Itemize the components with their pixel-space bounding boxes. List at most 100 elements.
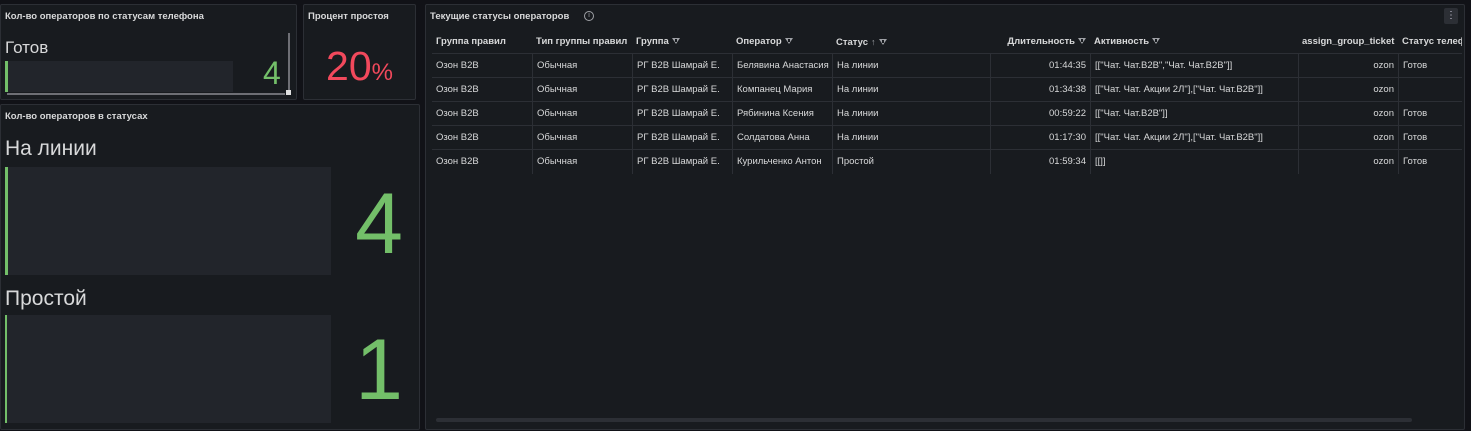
table-cell: Обычная (532, 78, 632, 102)
table-cell: 01:44:35 (990, 54, 1090, 78)
table-cell: 01:59:34 (990, 150, 1090, 174)
table-cell: Озон B2B (436, 84, 479, 95)
table-cell: На линии (832, 54, 990, 78)
filter-icon[interactable] (1152, 38, 1161, 45)
table-cell: ozon (1298, 78, 1398, 102)
table-cell: 01:17:30 (990, 126, 1090, 150)
column-header-label: Группа (636, 36, 669, 47)
table-cell: Обычная (532, 150, 632, 174)
kebab-menu-icon[interactable]: ⋮ (1444, 8, 1458, 24)
column-header[interactable]: Группа (632, 31, 732, 53)
table-cell: [["Чат. Чат.B2B","Чат. Чат.B2B"]] (1090, 54, 1298, 78)
status-label-idle: Простой (5, 287, 87, 310)
panel-title: Процент простоя (308, 11, 389, 22)
vertical-scrollbar[interactable] (288, 33, 290, 93)
column-header-label: Длительность (1007, 36, 1075, 47)
column-header-label: Оператор (736, 36, 782, 47)
operator-statuses-table-panel: Текущие статусы операторов i ⋮ Группа пр… (425, 4, 1465, 430)
table-cell: Готов (1398, 150, 1462, 174)
status-counts-panel: Кол-во операторов в статусах На линии 4 … (0, 104, 420, 430)
filter-icon[interactable] (784, 38, 793, 45)
table-cell: [["Чат. Чат. Акции 2Л"],["Чат. Чат.B2B"]… (1090, 78, 1298, 102)
table-cell: 01:34:38 (990, 78, 1090, 102)
table-cell: Обычная (532, 54, 632, 78)
column-header[interactable]: Длительность (990, 31, 1090, 53)
column-header-label: Статус (836, 37, 869, 48)
table-cell: РГ B2B Шамрай Е. (632, 78, 732, 102)
bar-gauge-background (5, 315, 331, 423)
idle-percent-value: 20 (326, 43, 372, 89)
bar-gauge-fill (5, 315, 7, 423)
table-row[interactable]: Озон B2B Обычная РГ B2B Шамрай Е. Рябини… (432, 101, 1462, 126)
panel-title: Кол-во операторов в статусах (5, 111, 148, 122)
status-value: 4 (263, 55, 281, 91)
phone-status-panel: Кол-во операторов по статусам телефона Г… (0, 4, 297, 100)
sort-ascending-icon: ↑ (871, 37, 876, 47)
idle-percent-stat: 20% (304, 43, 415, 90)
bar-gauge-background (5, 167, 331, 275)
filter-icon[interactable] (671, 38, 680, 45)
table-cell: На линии (832, 102, 990, 126)
column-header-label: Тип группы правил (536, 36, 628, 47)
status-label-online: На линии (5, 137, 97, 160)
table-cell: ozon (1298, 102, 1398, 126)
horizontal-scrollbar[interactable] (7, 93, 285, 95)
bar-gauge-fill (5, 61, 8, 92)
bar-gauge-fill (5, 167, 8, 275)
table-cell: Рябинина Ксения (732, 102, 832, 126)
column-header[interactable]: Статус телефона (1398, 31, 1462, 53)
table-cell: [[]] (1090, 150, 1298, 174)
table-cell: Озон B2B (436, 132, 479, 143)
status-label: Готов (5, 38, 49, 57)
table-header: Группа правил Тип группы правил Группа О… (432, 31, 1462, 53)
bar-gauge-background (5, 61, 233, 92)
idle-percent-unit: % (371, 59, 393, 86)
table-cell: 00:59:22 (990, 102, 1090, 126)
column-header[interactable]: Группа правил (432, 31, 532, 53)
status-value-idle: 1 (355, 322, 403, 418)
table-cell: Готов (1398, 126, 1462, 150)
table-row[interactable]: Озон B2B Обычная РГ B2B Шамрай Е. Куриль… (432, 149, 1462, 174)
table-cell: Озон B2B (436, 156, 479, 167)
table-cell: Белявина Анастасия (732, 54, 832, 78)
table-cell: Готов (1398, 54, 1462, 78)
panel-title: Кол-во операторов по статусам телефона (5, 11, 204, 22)
table-cell: РГ B2B Шамрай Е. (632, 102, 732, 126)
table-row[interactable]: Озон B2B Обычная РГ B2B Шамрай Е. Солдат… (432, 125, 1462, 150)
table-row[interactable]: Озон B2B Обычная РГ B2B Шамрай Е. Компан… (432, 77, 1462, 102)
table-cell: ozon (1298, 126, 1398, 150)
status-value-online: 4 (355, 176, 403, 272)
table-row[interactable]: Озон B2B Обычная РГ B2B Шамрай Е. Беляви… (432, 53, 1462, 78)
table-cell: Компанец Мария (732, 78, 832, 102)
operators-table: Группа правил Тип группы правил Группа О… (432, 31, 1462, 174)
horizontal-scrollbar[interactable] (436, 418, 1412, 422)
table-cell: На линии (832, 78, 990, 102)
filter-icon[interactable] (878, 39, 887, 46)
column-header[interactable]: Оператор (732, 31, 832, 53)
table-cell: На линии (832, 126, 990, 150)
column-header-label: assign_group_ticket (1302, 36, 1395, 47)
resize-handle[interactable] (286, 90, 291, 95)
column-header[interactable]: Активность (1090, 31, 1298, 53)
table-cell: РГ B2B Шамрай Е. (632, 150, 732, 174)
panel-title: Текущие статусы операторов (430, 11, 570, 22)
table-cell: Простой (832, 150, 990, 174)
table-cell: [["Чат. Чат.B2B"]] (1090, 102, 1298, 126)
table-cell: Курильченко Антон (732, 150, 832, 174)
column-header-label: Статус телефона (1402, 36, 1462, 47)
table-cell: Обычная (532, 126, 632, 150)
column-header[interactable]: assign_group_ticket (1298, 31, 1398, 53)
filter-icon[interactable] (1078, 38, 1086, 45)
table-cell: ozon (1298, 150, 1398, 174)
info-icon[interactable]: i (584, 11, 594, 21)
column-header-sorted[interactable]: Статус ↑ (832, 31, 990, 53)
table-cell: [["Чат. Чат. Акции 2Л"],["Чат. Чат.B2B"]… (1090, 126, 1298, 150)
idle-percent-panel: Процент простоя 20% (303, 4, 416, 100)
table-cell: Обычная (532, 102, 632, 126)
table-cell: Готов (1398, 102, 1462, 126)
table-cell: РГ B2B Шамрай Е. (632, 54, 732, 78)
table-cell: Озон B2B (436, 60, 479, 71)
column-header[interactable]: Тип группы правил (532, 31, 632, 53)
table-cell (1398, 78, 1462, 102)
column-header-label: Активность (1094, 36, 1150, 47)
